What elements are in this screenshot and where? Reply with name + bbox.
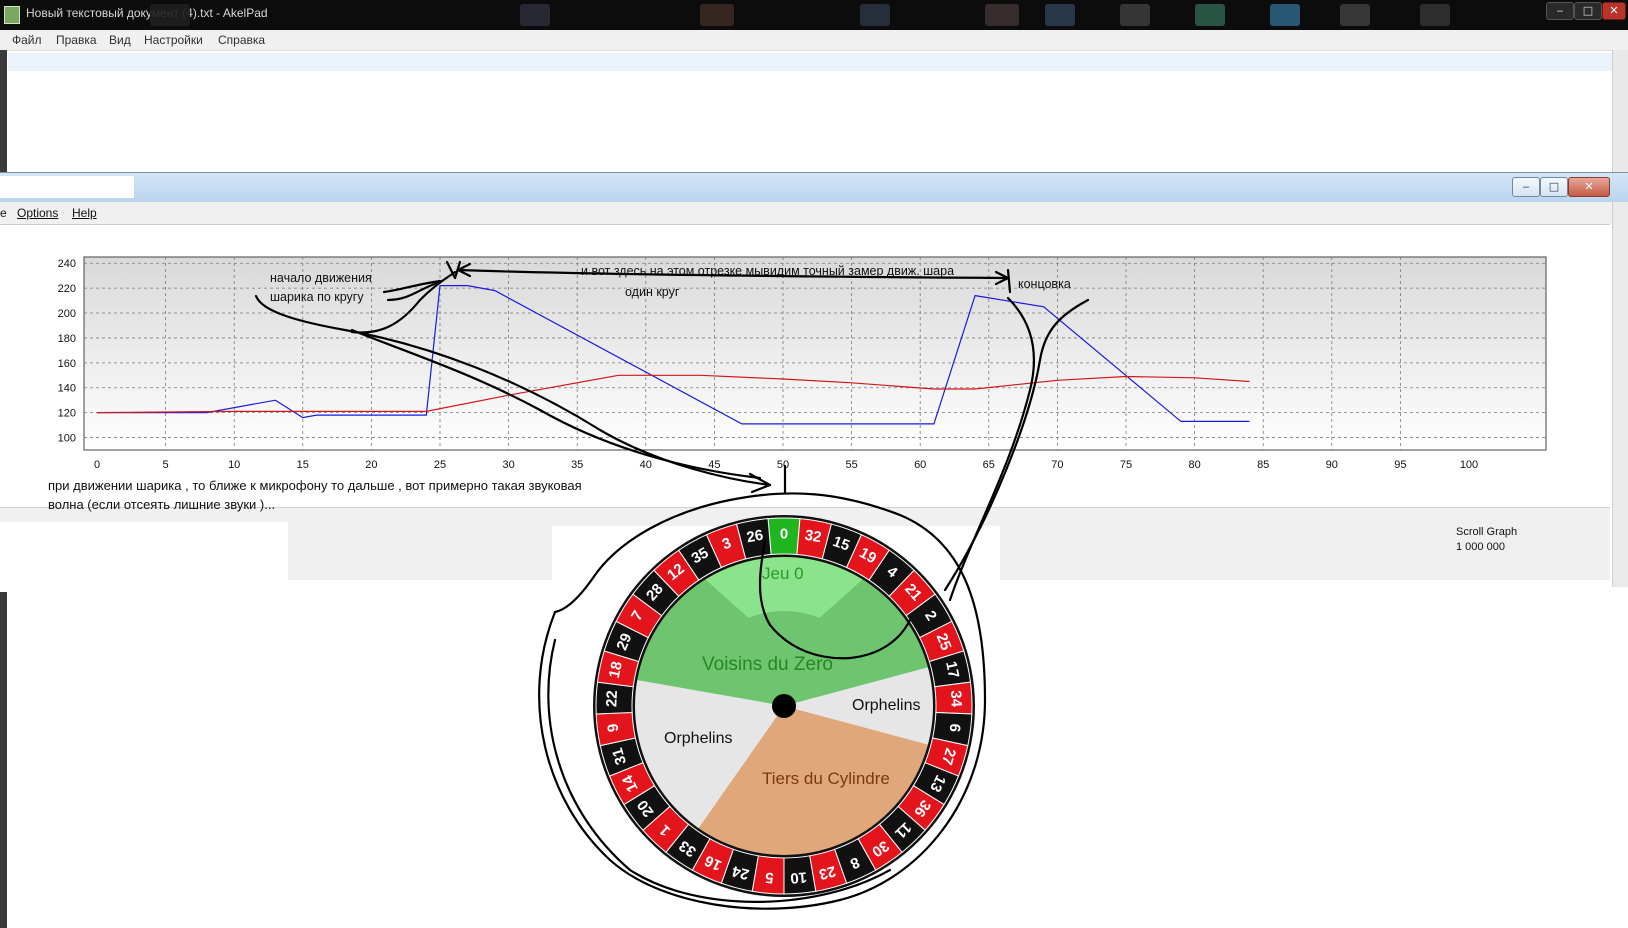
x-tick-label: 95 xyxy=(1394,459,1406,471)
akelpad-vertical-scrollbar[interactable] xyxy=(1612,50,1628,180)
akelpad-app-icon xyxy=(4,6,20,24)
roulette-pocket-number: 32 xyxy=(803,527,822,547)
akelpad-window-title: Новый текстовый документ (4).txt - AkelP… xyxy=(26,6,268,20)
x-tick-label: 80 xyxy=(1188,459,1200,471)
x-tick-label: 75 xyxy=(1120,459,1132,471)
annotation-one-lap: один круг xyxy=(625,285,680,299)
x-tick-label: 5 xyxy=(163,459,169,471)
y-tick-label: 120 xyxy=(58,408,76,420)
akelpad-menu-edit[interactable]: Правка xyxy=(56,33,97,47)
x-tick-label: 0 xyxy=(94,459,100,471)
x-tick-label: 45 xyxy=(708,459,720,471)
roulette-pocket-number: 26 xyxy=(745,527,764,547)
graph-maximize-button[interactable]: □ xyxy=(1540,177,1568,197)
roulette-pocket-number: 5 xyxy=(765,869,775,887)
annotation-start-line1: начало движения xyxy=(270,271,372,285)
roulette-pocket-number: 17 xyxy=(942,660,962,680)
annotation-segment-note: и вот здесь на этом отрезке мывидим точн… xyxy=(581,264,955,278)
sector-label-tiers: Tiers du Cylindre xyxy=(762,769,890,788)
roulette-pocket-number: 10 xyxy=(790,868,808,886)
akelpad-menu-file[interactable]: Файл xyxy=(12,33,42,47)
graph-menu-bar: e Options Help xyxy=(0,202,1628,224)
x-tick-label: 65 xyxy=(983,459,995,471)
graph-caption-line2: волна (если отсеять лишние звуки )... xyxy=(48,497,276,512)
akelpad-close-button[interactable]: ✕ xyxy=(1602,2,1626,20)
y-tick-label: 160 xyxy=(58,358,76,370)
y-tick-label: 240 xyxy=(58,258,76,270)
x-tick-label: 30 xyxy=(502,459,514,471)
status-panel-mask xyxy=(0,522,288,592)
graph-window-title-bar: ‒ □ ✕ xyxy=(0,172,1628,203)
akelpad-menu-help[interactable]: Справка xyxy=(218,33,265,47)
graph-window-title-mask xyxy=(0,176,134,198)
scroll-graph-value: 1 000 000 xyxy=(1456,541,1505,553)
graph-close-button[interactable]: ✕ xyxy=(1568,177,1610,197)
sector-label-jeu0: Jeu 0 xyxy=(762,564,804,583)
x-tick-label: 60 xyxy=(914,459,926,471)
annotation-ending: концовка xyxy=(1018,277,1071,291)
y-tick-label: 140 xyxy=(58,383,76,395)
x-tick-label: 70 xyxy=(1051,459,1063,471)
x-tick-label: 85 xyxy=(1257,459,1269,471)
chart-plot-area xyxy=(83,256,1547,451)
graph-menu-help[interactable]: Help xyxy=(72,206,97,220)
x-tick-label: 50 xyxy=(777,459,789,471)
graph-minimize-button[interactable]: ‒ xyxy=(1512,177,1540,197)
x-tick-label: 25 xyxy=(434,459,446,471)
y-tick-label: 100 xyxy=(58,433,76,445)
akelpad-current-line xyxy=(8,53,1628,71)
y-tick-label: 220 xyxy=(58,283,76,295)
akelpad-menu-view[interactable]: Вид xyxy=(109,33,131,47)
annotation-start-line2: шарика по кругу xyxy=(270,290,364,304)
x-tick-label: 10 xyxy=(228,459,240,471)
scroll-graph-label: Scroll Graph xyxy=(1456,526,1518,538)
graph-vertical-scrollbar[interactable] xyxy=(1612,202,1628,587)
x-tick-label: 20 xyxy=(365,459,377,471)
roulette-pocket-number: 18 xyxy=(606,660,626,680)
roulette-pocket-number: 0 xyxy=(780,526,788,543)
roulette-pocket-number: 34 xyxy=(947,690,965,708)
y-tick-label: 180 xyxy=(58,333,76,345)
x-tick-label: 35 xyxy=(571,459,583,471)
y-tick-label: 200 xyxy=(58,308,76,320)
akelpad-title-bar: Новый текстовый документ (4).txt - AkelP… xyxy=(0,0,1628,30)
sector-label-voisins: Voisins du Zero xyxy=(702,654,833,675)
roulette-wheel: 0 32 1519421225173462713361130823105241633… xyxy=(593,515,975,897)
x-tick-label: 15 xyxy=(297,459,309,471)
akelpad-maximize-button[interactable]: □ xyxy=(1574,2,1602,20)
sector-label-orphelins-right: Orphelins xyxy=(852,697,920,714)
akelpad-text-area[interactable] xyxy=(8,51,1628,176)
wheel-center-hub xyxy=(772,694,796,718)
sector-label-orphelins-left: Orphelins xyxy=(664,730,732,747)
akelpad-menu-bar: Файл Правка Вид Настройки Справка xyxy=(0,30,1628,51)
roulette-pocket-number: 22 xyxy=(603,690,621,707)
x-tick-label: 100 xyxy=(1460,459,1478,471)
graph-menu-options[interactable]: Options xyxy=(17,206,58,220)
x-tick-label: 90 xyxy=(1326,459,1338,471)
x-tick-label: 55 xyxy=(845,459,857,471)
akelpad-menu-settings[interactable]: Настройки xyxy=(144,33,203,47)
x-tick-label: 40 xyxy=(640,459,652,471)
graph-menu-file[interactable]: e xyxy=(0,206,7,220)
akelpad-minimize-button[interactable]: ‒ xyxy=(1546,2,1574,20)
